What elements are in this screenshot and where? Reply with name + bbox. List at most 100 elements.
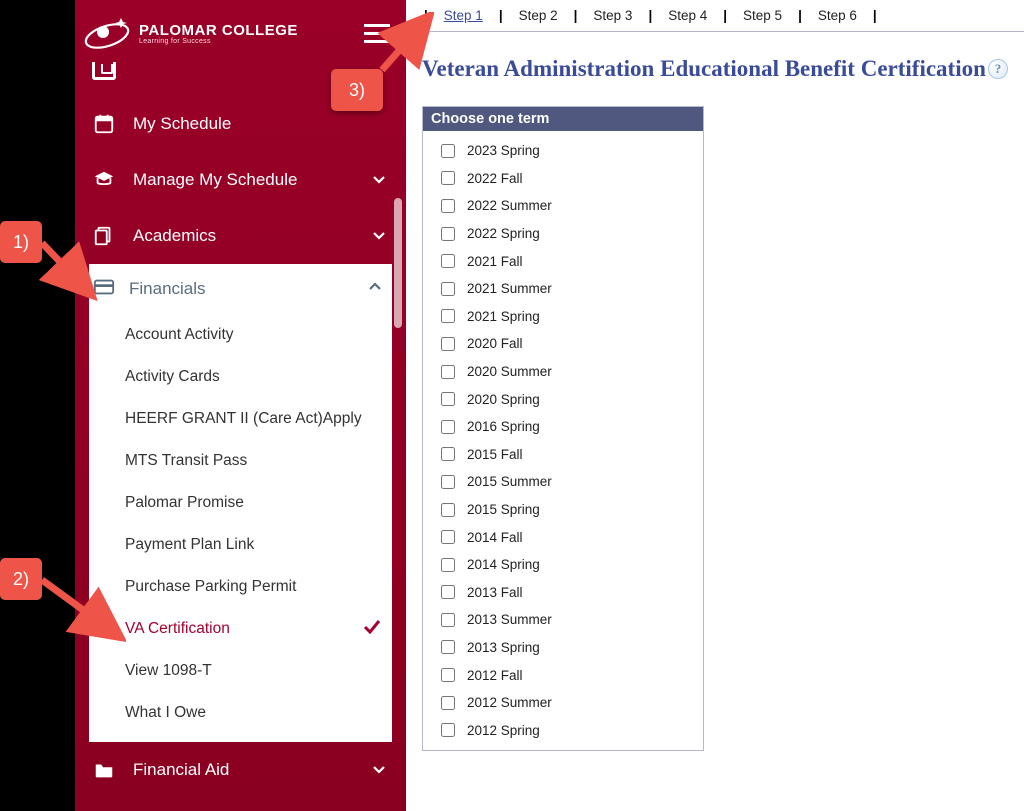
step-5[interactable]: Step 5 [733,8,792,23]
sub-what-i-owe[interactable]: What I Owe [89,692,392,734]
term-label: 2021 Spring [467,309,540,324]
step-separator: | [867,8,883,23]
sub-parking-permit[interactable]: Purchase Parking Permit [89,566,392,608]
term-row[interactable]: 2013 Summer [441,606,699,634]
term-row[interactable]: 2020 Fall [441,330,699,358]
step-separator: | [717,8,733,23]
sidebar-scrollbar[interactable] [394,198,402,328]
term-label: 2022 Spring [467,226,540,241]
term-checkbox[interactable] [441,309,455,323]
term-row[interactable]: 2021 Fall [441,247,699,275]
term-checkbox[interactable] [441,254,455,268]
term-label: 2012 Spring [467,723,540,738]
nav-academics[interactable]: Academics [75,208,406,264]
annotation-badge-3: 3) [331,69,383,111]
sub-va-certification[interactable]: VA Certification [89,608,392,650]
term-row[interactable]: 2022 Spring [441,220,699,248]
term-box-header: Choose one term [423,107,703,131]
term-checkbox[interactable] [441,503,455,517]
term-checkbox[interactable] [441,144,455,158]
step-2[interactable]: Step 2 [509,8,568,23]
sub-heerf-grant[interactable]: HEERF GRANT II (Care Act)Apply [89,398,392,440]
nav-financial-aid[interactable]: Financial Aid [75,742,406,798]
term-row[interactable]: 2020 Summer [441,358,699,386]
sub-label: Account Activity [125,326,234,344]
term-label: 2021 Fall [467,254,523,269]
term-checkbox[interactable] [441,282,455,296]
term-row[interactable]: 2023 Spring [441,137,699,165]
financials-submenu: Financials Account Activity Activity Car… [89,264,392,742]
term-checkbox[interactable] [441,668,455,682]
chevron-down-icon [372,762,388,778]
term-row[interactable]: 2022 Summer [441,192,699,220]
sub-mts-transit[interactable]: MTS Transit Pass [89,440,392,482]
window-left-strip [0,0,75,811]
term-row[interactable]: 2015 Fall [441,441,699,469]
step-separator: | [493,8,509,23]
term-checkbox[interactable] [441,475,455,489]
step-6[interactable]: Step 6 [808,8,867,23]
term-label: 2015 Fall [467,447,523,462]
term-label: 2013 Fall [467,585,523,600]
nav-manage-schedule[interactable]: Manage My Schedule [75,152,406,208]
term-checkbox[interactable] [441,723,455,737]
term-checkbox[interactable] [441,585,455,599]
term-row[interactable]: 2016 Spring [441,413,699,441]
step-3[interactable]: Step 3 [583,8,642,23]
term-checkbox[interactable] [441,199,455,213]
term-checkbox[interactable] [441,558,455,572]
term-row[interactable]: 2013 Spring [441,634,699,662]
sub-label: VA Certification [125,620,230,638]
main-content: | Step 1 | Step 2 | Step 3 | Step 4 | St… [406,0,1024,811]
term-checkbox[interactable] [441,171,455,185]
term-checkbox[interactable] [441,530,455,544]
term-row[interactable]: 2015 Spring [441,496,699,524]
term-row[interactable]: 2021 Spring [441,303,699,331]
hamburger-menu-icon[interactable] [362,19,392,49]
logo-swoosh-icon [81,12,133,56]
sub-activity-cards[interactable]: Activity Cards [89,356,392,398]
nav-financials[interactable]: Financials [89,264,392,314]
term-row[interactable]: 2012 Spring [441,716,699,744]
help-icon[interactable]: ? [988,59,1008,79]
sub-label: Purchase Parking Permit [125,578,296,596]
term-row[interactable]: 2015 Summer [441,468,699,496]
term-row[interactable]: 2012 Summer [441,689,699,717]
sidebar-header: PALOMAR COLLEGE Learning for Success [75,0,406,62]
term-row[interactable]: 2020 Spring [441,385,699,413]
term-checkbox[interactable] [441,337,455,351]
term-checkbox[interactable] [441,365,455,379]
term-label: 2013 Spring [467,640,540,655]
term-checkbox[interactable] [441,640,455,654]
sub-account-activity[interactable]: Account Activity [89,314,392,356]
term-row[interactable]: 2014 Fall [441,523,699,551]
chevron-up-icon [368,279,382,299]
term-row[interactable]: 2021 Summer [441,275,699,303]
term-checkbox[interactable] [441,447,455,461]
term-row[interactable]: 2013 Fall [441,579,699,607]
term-checkbox[interactable] [441,613,455,627]
term-checkbox[interactable] [441,392,455,406]
term-checkbox[interactable] [441,420,455,434]
checkmark-icon [362,617,382,642]
term-row[interactable]: 2022 Fall [441,165,699,193]
sub-payment-plan[interactable]: Payment Plan Link [89,524,392,566]
term-row[interactable]: 2014 Spring [441,551,699,579]
step-1-link[interactable]: Step 1 [434,8,493,23]
sub-label: HEERF GRANT II (Care Act)Apply [125,410,362,428]
term-selection-box: Choose one term 2023 Spring2022 Fall2022… [422,106,704,751]
term-checkbox[interactable] [441,696,455,710]
term-row[interactable]: 2012 Fall [441,661,699,689]
term-label: 2020 Summer [467,364,552,379]
sub-palomar-promise[interactable]: Palomar Promise [89,482,392,524]
folder-icon [93,759,115,781]
graduation-cap-icon [93,169,115,191]
step-breadcrumb: | Step 1 | Step 2 | Step 3 | Step 4 | St… [406,0,1024,32]
step-4[interactable]: Step 4 [658,8,717,23]
sub-label: Activity Cards [125,368,220,386]
logo-text: PALOMAR COLLEGE Learning for Success [139,23,298,45]
documents-icon [93,225,115,247]
term-checkbox[interactable] [441,227,455,241]
annotation-badge-1: 1) [0,221,42,263]
sub-view-1098t[interactable]: View 1098-T [89,650,392,692]
